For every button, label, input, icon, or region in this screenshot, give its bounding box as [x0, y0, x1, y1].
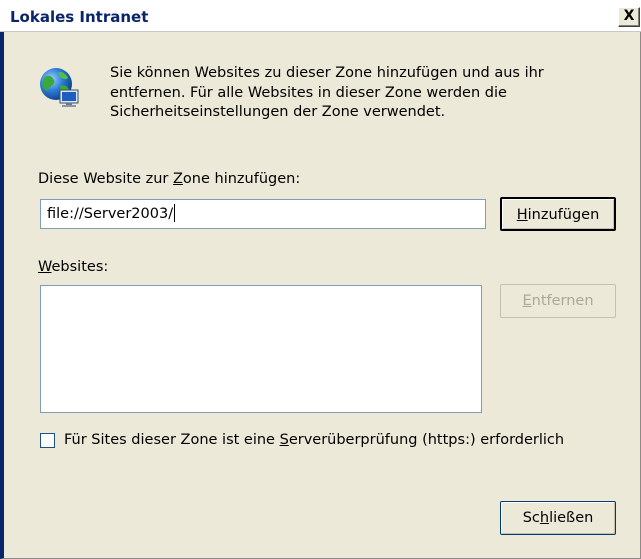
close-button[interactable]: Schließen [500, 501, 616, 535]
url-input-value: file://Server2003/ [47, 206, 174, 222]
https-checkbox[interactable] [40, 433, 55, 448]
close-icon: X [623, 8, 635, 24]
add-site-label: Diese Website zur Zone hinzufügen: [38, 171, 301, 187]
globe-computer-icon [40, 68, 79, 107]
text-caret [174, 204, 176, 222]
window-title: Lokales Intranet [10, 8, 149, 26]
remove-button: Entfernen [500, 284, 616, 318]
add-button[interactable]: Hinzufügen [500, 197, 616, 231]
intro-text: Sie können Websites zu dieser Zone hinzu… [110, 65, 544, 120]
websites-list[interactable] [40, 285, 482, 413]
close-window-button[interactable]: X [618, 7, 640, 27]
https-checkbox-label[interactable]: Für Sites dieser Zone ist eine Serverübe… [64, 431, 564, 449]
title-bar[interactable]: Lokales Intranet X [0, 0, 641, 32]
zone-sites-dialog: Lokales Intranet X Sie können Websites z… [0, 0, 641, 559]
websites-label: Websites: [38, 259, 109, 275]
url-input[interactable]: file://Server2003/ [40, 199, 486, 229]
